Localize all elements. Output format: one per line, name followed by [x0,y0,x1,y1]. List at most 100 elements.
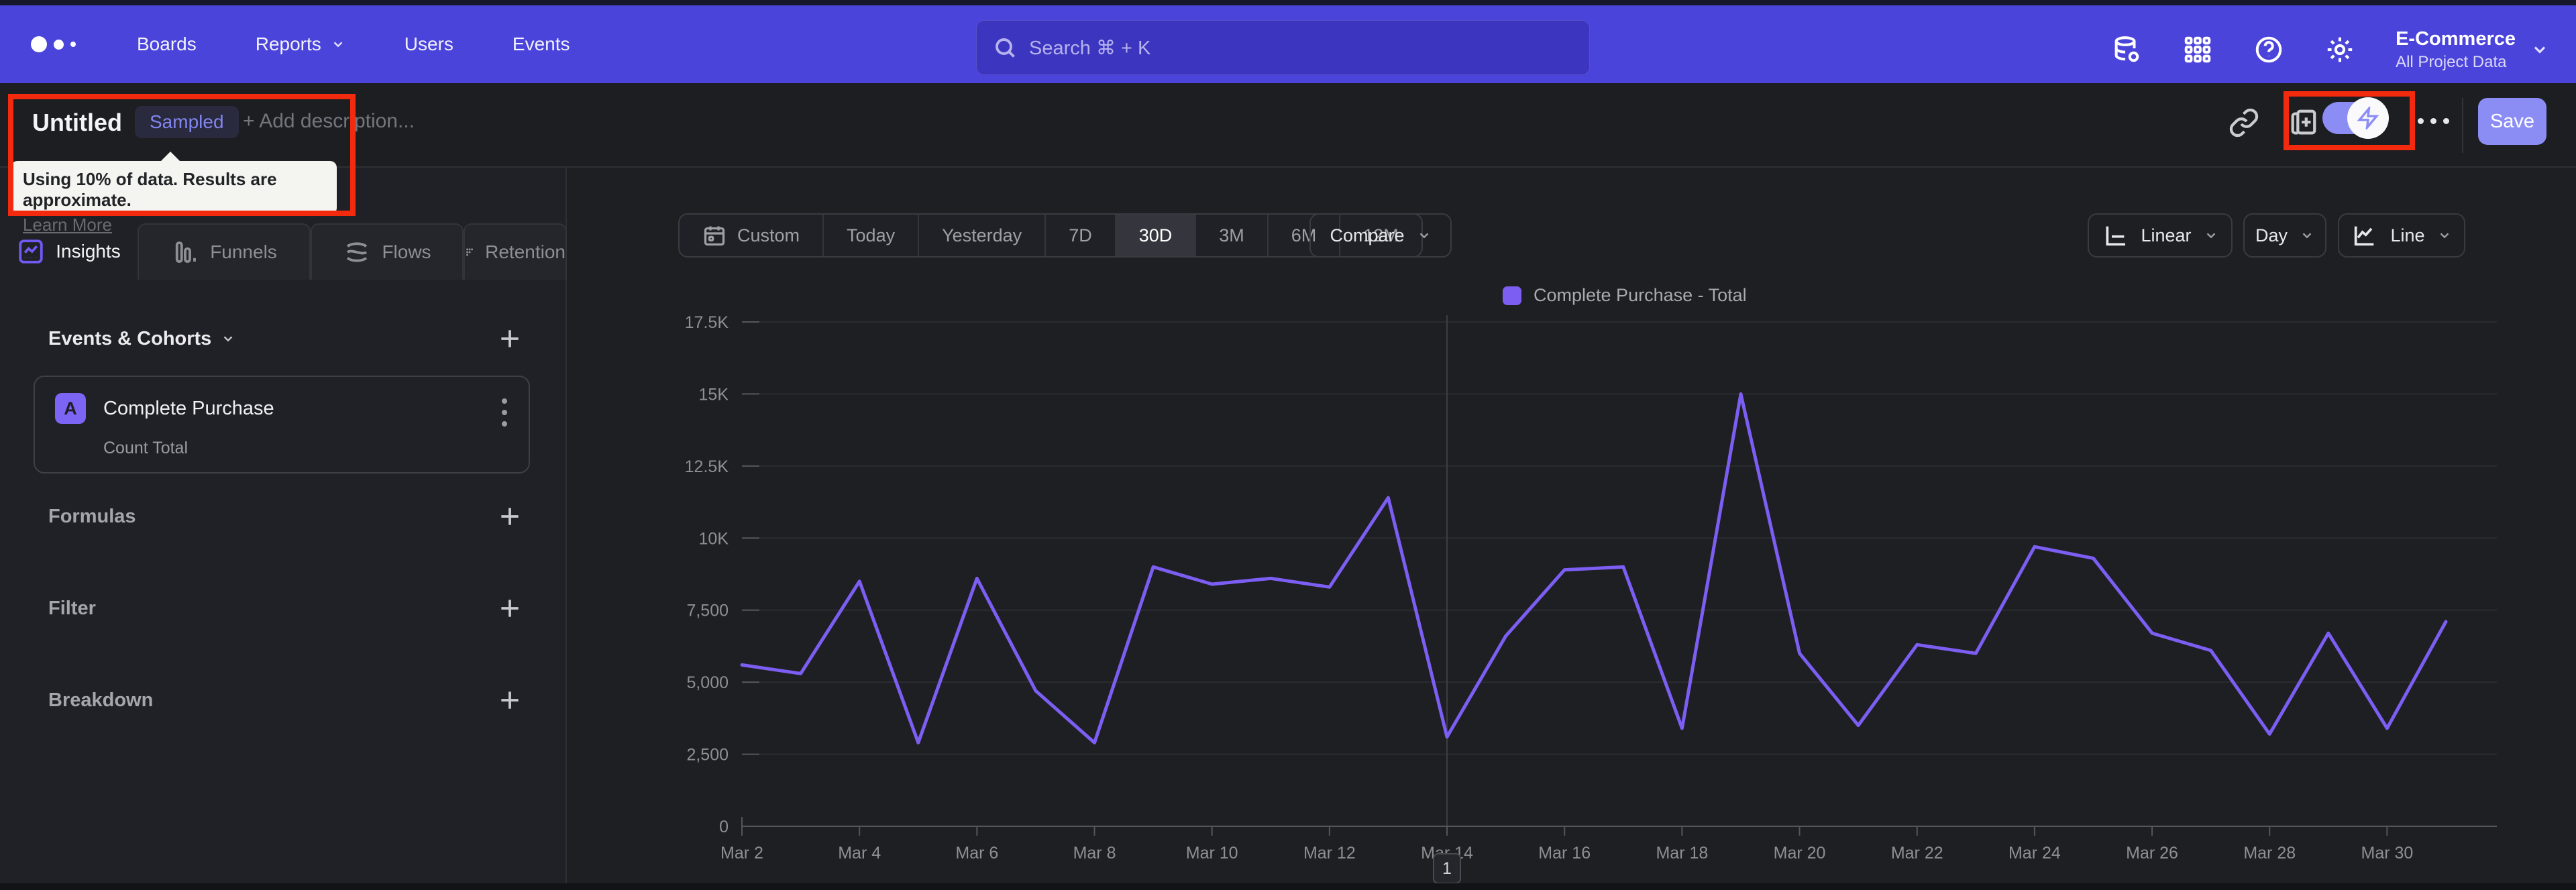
add-filter-button[interactable] [497,596,523,621]
event-metric-selector[interactable]: Count Total [103,439,188,458]
svg-text:Mar 20: Mar 20 [1774,844,1826,863]
chevron-down-icon [333,42,343,48]
chart-legend[interactable]: Complete Purchase - Total [1503,285,1747,306]
svg-text:Mar 18: Mar 18 [1656,844,1708,863]
chevron-down-icon [2440,233,2449,239]
event-row-card[interactable]: A Complete Purchase Count Total [34,376,530,474]
filter-section: Filter [48,596,523,621]
chevron-down-icon [2534,46,2546,54]
learn-more-link[interactable]: Learn More [23,215,112,235]
add-breakdown-button[interactable] [497,687,523,713]
add-to-board-icon[interactable] [2288,107,2318,138]
nav-label: Reports [255,34,321,54]
tab-flows[interactable]: Flows [311,223,464,280]
pagination-page-1[interactable]: 1 [1433,853,1461,884]
range-label: 30D [1138,225,1173,245]
linear-axis-icon [2106,226,2126,246]
compare-button[interactable]: Compare [1309,213,1452,258]
nav-utilities: E-Commerce All Project Data [2111,11,2549,89]
range-today[interactable]: Today [824,215,920,256]
legend-label: Complete Purchase - Total [1534,285,1747,305]
nav-item-events[interactable]: Events [513,34,570,55]
window-edge [0,0,2576,5]
range-30d[interactable]: 30D [1116,215,1197,256]
tab-label: Retention [485,241,566,262]
svg-text:Mar 22: Mar 22 [1891,844,1943,863]
tab-retention[interactable]: Retention [464,223,567,280]
legend-swatch [1503,286,1521,305]
tab-label: Funnels [210,241,277,262]
formulas-section: Formulas [48,504,523,529]
nav-label: Users [404,34,453,54]
nav-item-boards[interactable]: Boards [137,34,197,55]
svg-text:2,500: 2,500 [686,746,729,765]
breakdown-section: Breakdown [48,687,523,713]
nav-item-reports[interactable]: Reports [256,34,345,55]
primary-nav: Boards Reports Users Events [137,34,570,55]
help-icon[interactable] [2253,34,2284,65]
range-custom[interactable]: Custom [680,215,824,256]
apps-grid-icon[interactable] [2182,34,2213,65]
svg-text:Mar 12: Mar 12 [1303,844,1356,863]
more-options-button[interactable] [2418,118,2449,124]
formulas-label: Formulas [48,505,136,527]
compare-label: Compare [1330,225,1405,245]
svg-text:Mar 8: Mar 8 [1073,844,1116,863]
project-scope: All Project Data [2396,52,2507,71]
add-event-button[interactable] [497,326,523,351]
project-switcher[interactable]: E-Commerce All Project Data [2396,28,2549,72]
chevron-down-icon [2302,233,2312,239]
add-description-button[interactable]: + Add description... [243,110,415,133]
event-name[interactable]: Complete Purchase [103,398,274,420]
axis-scale-button[interactable]: Linear [2088,213,2233,258]
search-input[interactable]: Search ⌘ + K [976,20,1590,75]
range-yesterday[interactable]: Yesterday [919,215,1046,256]
chevron-down-icon [2206,233,2215,239]
range-7d[interactable]: 7D [1046,215,1116,256]
range-3m[interactable]: 3M [1196,215,1269,256]
svg-text:Mar 4: Mar 4 [838,844,881,863]
top-nav: Boards Reports Users Events Search ⌘ + K [0,5,2576,83]
svg-text:Mar 10: Mar 10 [1186,844,1238,863]
range-label: Yesterday [942,225,1022,245]
svg-text:15K: 15K [699,385,729,404]
copy-link-icon[interactable] [2229,107,2259,138]
svg-text:12.5K: 12.5K [685,457,729,476]
chart-type-label: Line [2390,225,2425,245]
sampled-badge[interactable]: Sampled [135,106,239,138]
nav-label: Events [512,34,570,54]
granularity-button[interactable]: Day [2243,213,2326,258]
save-button[interactable]: Save [2478,98,2546,145]
nav-item-users[interactable]: Users [405,34,453,55]
section-label: Events & Cohorts [48,327,212,349]
svg-text:Mar 30: Mar 30 [2361,844,2414,863]
breakdown-label: Breakdown [48,689,154,711]
series-letter-badge: A [55,393,86,424]
insights-chart-icon [19,239,43,264]
window-edge [0,883,2576,890]
chart-type-button[interactable]: Line [2338,213,2465,258]
funnels-icon [176,241,197,263]
chevron-down-icon [1419,233,1428,239]
project-name: E-Commerce [2396,27,2516,50]
add-formula-button[interactable] [497,504,523,529]
app-window: Boards Reports Users Events Search ⌘ + K [0,0,2576,890]
svg-text:Mar 2: Mar 2 [720,844,763,863]
settings-gear-icon[interactable] [2324,34,2355,65]
sampling-tooltip: Using 10% of data. Results are approxima… [11,152,337,235]
range-label: Today [847,225,896,245]
report-header: Untitled Sampled + Add description... Sa… [0,83,2576,168]
scale-label: Linear [2141,225,2192,245]
sampling-toggle[interactable] [2322,97,2389,139]
tab-label: Flows [382,241,431,262]
events-cohorts-header[interactable]: Events & Cohorts [48,328,235,350]
svg-text:5,000: 5,000 [686,673,729,692]
event-options-kebab[interactable] [499,396,510,429]
data-management-icon[interactable] [2111,34,2142,65]
mixpanel-logo-icon[interactable] [31,36,78,52]
range-label: 7D [1069,225,1092,245]
calendar-icon [704,226,725,246]
granularity-label: Day [2255,225,2288,245]
report-title[interactable]: Untitled [32,109,122,137]
search-placeholder: Search ⌘ + K [1029,37,1151,59]
